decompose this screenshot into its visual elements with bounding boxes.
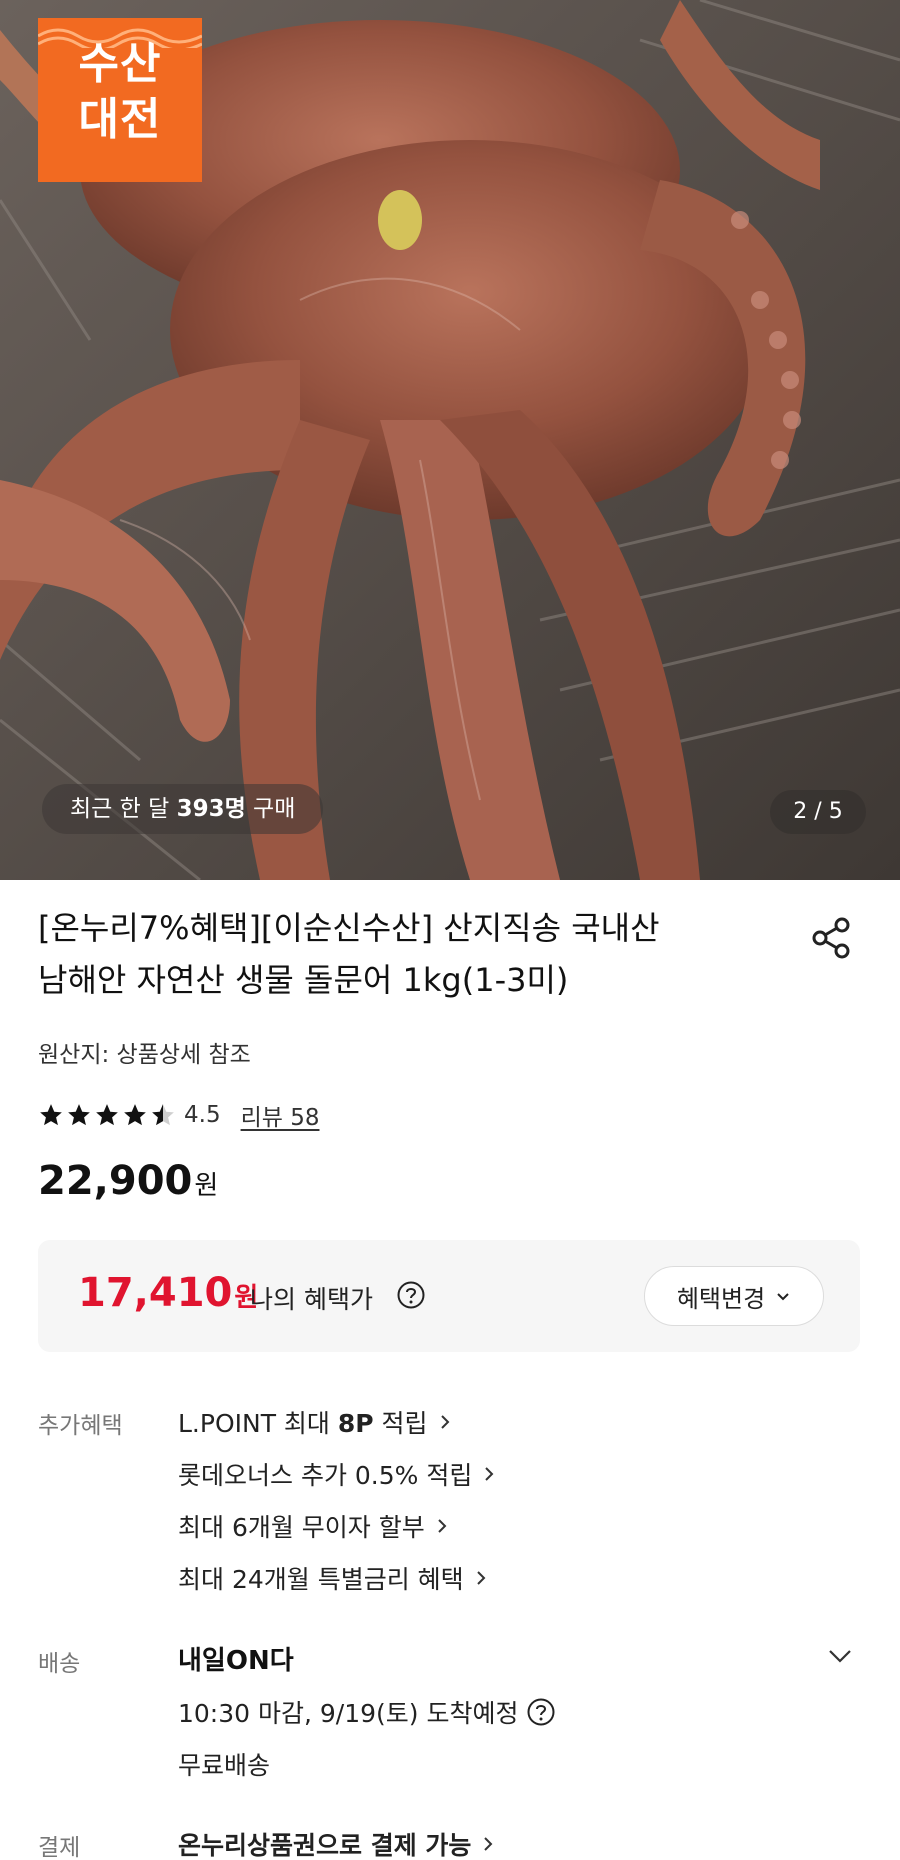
benefit-price: 17,410원 (78, 1270, 258, 1316)
rating-row: 4.5 리뷰 58 (38, 1098, 319, 1132)
chevron-right-icon (440, 1415, 449, 1429)
benefit-item-installment[interactable]: 최대 6개월 무이자 할부 (178, 1508, 451, 1544)
product-title-line-2: 남해안 자연산 생물 돌문어 1kg(1-3미) (38, 961, 569, 999)
payment-label: 결제 (38, 1835, 81, 1860)
original-price: 22,900원 (38, 1158, 218, 1204)
extra-benefits-label: 추가혜택 (38, 1413, 123, 1439)
wave-icon (38, 28, 202, 48)
star-icon (68, 1104, 90, 1126)
shipping-fee: 무료배송 (178, 1751, 271, 1780)
origin-info: 원산지: 상품상세 참조 (38, 1042, 251, 1068)
chevron-right-icon (476, 1571, 486, 1585)
product-title-line-1: [온누리7%혜택][이순신수산] 산지직송 국내산 (38, 909, 660, 947)
shipping-deadline: 10:30 마감, 9/19(토) 도착예정 (178, 1694, 556, 1730)
payment-option[interactable]: 온누리상품권으로 결제 가능 (178, 1826, 497, 1860)
benefit-item-text: L.POINT 최대 8P 적립 (178, 1404, 428, 1440)
half-star-icon (152, 1104, 174, 1126)
change-benefit-label: 혜택변경 (676, 1284, 766, 1313)
chevron-down-icon[interactable] (826, 1642, 854, 1670)
recent-prefix: 최근 한 달 (70, 796, 177, 822)
star-icon (96, 1104, 118, 1126)
benefit-price-label: 나의 혜택가 (250, 1285, 373, 1314)
badge-line-2: 대전 (78, 94, 162, 145)
price-currency: 원 (194, 1171, 219, 1201)
seafood-fair-badge: 수산 대전 (38, 18, 202, 182)
benefit-text-pre: L.POINT 최대 (178, 1409, 338, 1438)
benefit-item-text: 롯데오너스 추가 0.5% 적립 (178, 1461, 473, 1490)
review-link[interactable]: 리뷰 58 (241, 1098, 320, 1132)
shipping-deadline-text: 10:30 마감, 9/19(토) 도착예정 (178, 1699, 519, 1728)
benefit-text-bold: 8P (337, 1409, 374, 1438)
payment-text: 온누리상품권으로 결제 가능 (178, 1831, 472, 1860)
help-icon[interactable] (526, 1697, 556, 1727)
star-icon (124, 1104, 146, 1126)
chevron-right-icon (485, 1467, 494, 1481)
benefit-text-post: 적립 (373, 1409, 428, 1438)
benefit-price-value: 17,410 (78, 1270, 233, 1316)
chevron-down-icon (777, 1293, 789, 1301)
benefit-price-box: 17,410원 나의 혜택가 혜택변경 (38, 1240, 860, 1352)
change-benefit-button[interactable]: 혜택변경 (644, 1266, 824, 1326)
recent-suffix: 구매 (245, 796, 296, 822)
recent-count: 393명 (176, 796, 246, 822)
image-pager: 2 / 5 (770, 790, 866, 834)
price-value: 22,900 (38, 1158, 193, 1204)
product-image-carousel[interactable]: 수산 대전 최근 한 달 393명 구매 2 / 5 (0, 0, 900, 880)
recent-purchase-badge: 최근 한 달 393명 구매 (42, 784, 324, 834)
chevron-right-icon (484, 1837, 493, 1851)
benefit-item-lotte-owners[interactable]: 롯데오너스 추가 0.5% 적립 (178, 1456, 498, 1492)
benefit-item-text: 최대 24개월 특별금리 혜택 (178, 1565, 464, 1594)
benefit-item-special-rate[interactable]: 최대 24개월 특별금리 혜택 (178, 1560, 490, 1596)
share-icon[interactable] (810, 916, 854, 960)
benefit-item-lpoint[interactable]: L.POINT 최대 8P 적립 (178, 1404, 454, 1440)
benefit-item-text: 최대 6개월 무이자 할부 (178, 1513, 425, 1542)
rating-value: 4.5 (184, 1102, 221, 1128)
star-rating (38, 1102, 176, 1128)
chevron-right-icon (438, 1519, 447, 1533)
star-icon (40, 1104, 62, 1126)
help-icon[interactable] (396, 1280, 426, 1310)
shipping-label: 배송 (38, 1651, 81, 1677)
shipping-title: 내일ON다 (178, 1646, 294, 1676)
product-title: [온누리7%혜택][이순신수산] 산지직송 국내산 남해안 자연산 생물 돌문어… (38, 902, 778, 1006)
